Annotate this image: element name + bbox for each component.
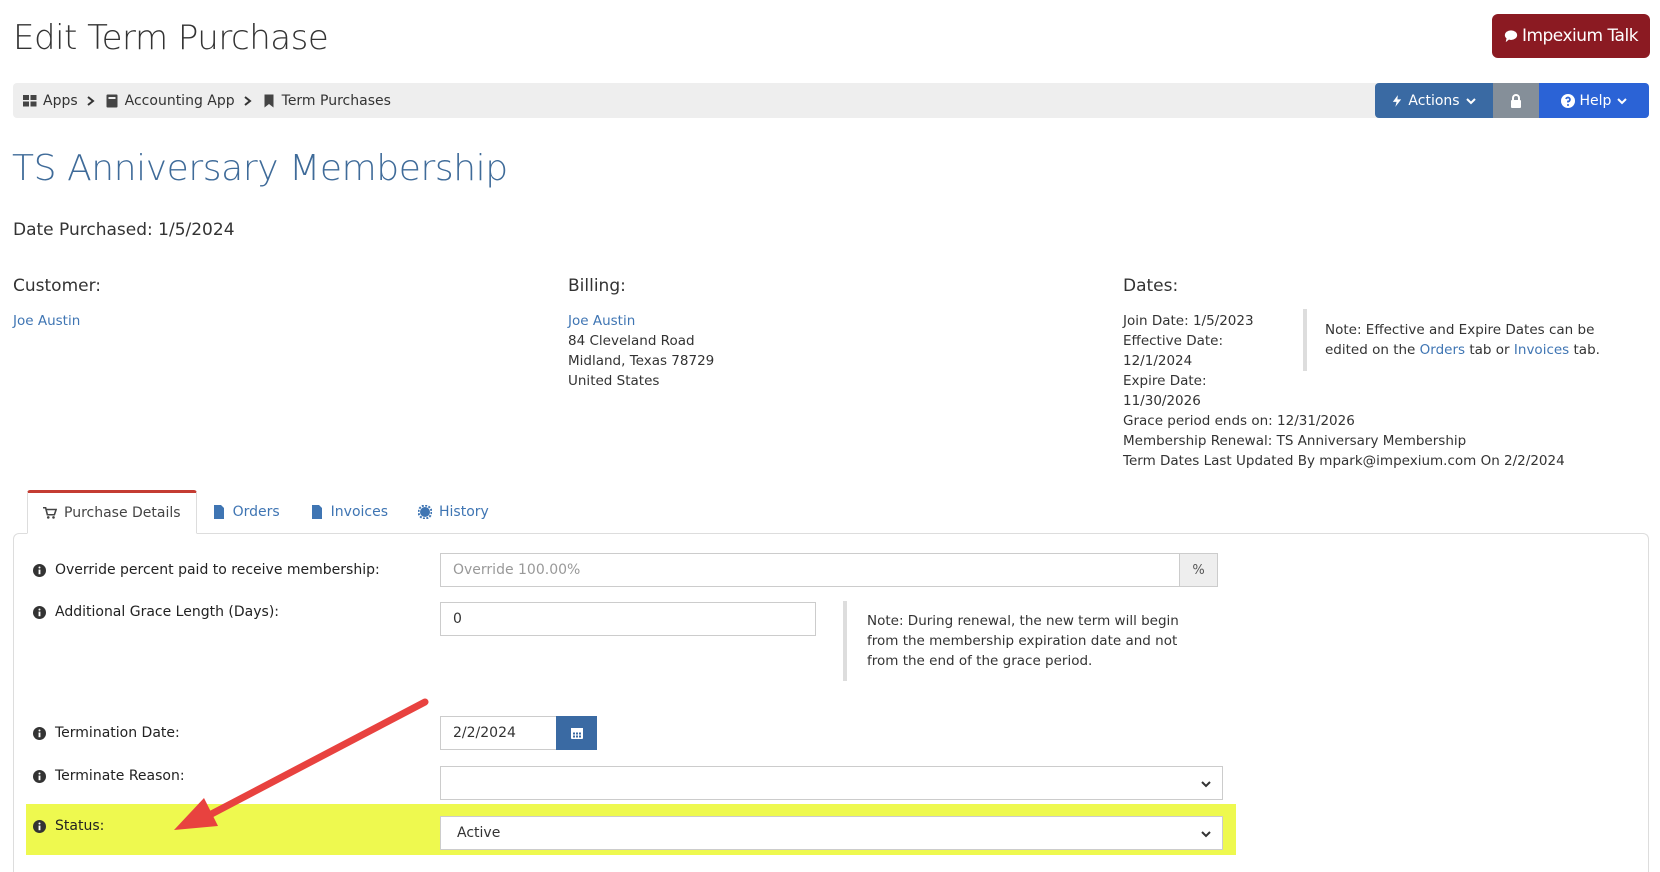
terminate-reason-label: Terminate Reason: bbox=[33, 766, 185, 786]
impexium-talk-button[interactable]: Impexium Talk bbox=[1492, 14, 1650, 58]
gear-icon bbox=[418, 505, 433, 519]
info-icon bbox=[33, 819, 46, 833]
tab-bar: Purchase Details Orders Invoices History bbox=[27, 490, 504, 534]
invoices-tab-link[interactable]: Invoices bbox=[1514, 342, 1569, 358]
annotation-arrow-icon bbox=[174, 698, 429, 830]
cart-icon bbox=[43, 506, 57, 519]
calendar-button[interactable] bbox=[556, 716, 597, 750]
file-icon bbox=[311, 505, 322, 519]
grace-length-input[interactable]: 0 bbox=[440, 602, 816, 636]
chat-bubble-icon bbox=[1504, 30, 1518, 43]
customer-heading: Customer: bbox=[13, 276, 102, 296]
termination-date-label: Termination Date: bbox=[33, 716, 180, 750]
renewal-note: Note: During renewal, the new term will … bbox=[843, 601, 1203, 681]
dates-heading: Dates: bbox=[1123, 276, 1179, 296]
chevron-right-icon bbox=[244, 95, 252, 106]
tab-orders[interactable]: Orders bbox=[197, 490, 295, 534]
record-title: TS Anniversary Membership bbox=[12, 148, 508, 189]
percent-addon: % bbox=[1180, 553, 1218, 587]
tab-invoices[interactable]: Invoices bbox=[295, 490, 403, 534]
lock-icon bbox=[1511, 93, 1521, 108]
question-circle-icon bbox=[1560, 93, 1575, 108]
actions-button[interactable]: Actions bbox=[1375, 83, 1493, 118]
info-icon bbox=[33, 563, 46, 577]
status-select[interactable]: Active bbox=[440, 816, 1223, 850]
tab-purchase-details[interactable]: Purchase Details bbox=[27, 490, 197, 534]
override-label: Override percent paid to receive members… bbox=[33, 553, 380, 587]
info-icon bbox=[33, 769, 46, 783]
status-label: Status: bbox=[33, 816, 104, 836]
breadcrumb-accounting-app[interactable]: Accounting App bbox=[105, 93, 235, 109]
termination-date-input[interactable]: 2/2/2024 bbox=[440, 716, 557, 750]
override-percent-input[interactable]: Override 100.00% bbox=[440, 553, 1180, 587]
impexium-talk-label: Impexium Talk bbox=[1521, 26, 1639, 46]
file-icon bbox=[213, 505, 224, 519]
chevron-down-icon bbox=[1617, 97, 1628, 104]
terminate-reason-select[interactable] bbox=[440, 766, 1223, 800]
dates-edit-note: Note: Effective and Expire Dates can be … bbox=[1303, 309, 1623, 371]
chevron-down-icon bbox=[1465, 97, 1476, 104]
customer-name-link[interactable]: Joe Austin bbox=[13, 313, 80, 329]
date-purchased: Date Purchased: 1/5/2024 bbox=[13, 220, 235, 240]
lock-button[interactable] bbox=[1493, 83, 1539, 118]
bookmark-icon bbox=[264, 94, 274, 107]
billing-address: Joe Austin 84 Cleveland Road Midland, Te… bbox=[568, 313, 715, 389]
chevron-down-icon bbox=[1201, 831, 1211, 838]
breadcrumb-apps[interactable]: Apps bbox=[23, 93, 78, 109]
book-icon bbox=[106, 94, 118, 107]
bolt-icon bbox=[1393, 94, 1402, 107]
calendar-icon bbox=[570, 728, 583, 739]
info-icon bbox=[33, 726, 46, 740]
chevron-right-icon bbox=[87, 95, 95, 106]
info-icon bbox=[33, 605, 46, 619]
grace-length-label: Additional Grace Length (Days): bbox=[33, 602, 279, 622]
orders-tab-link[interactable]: Orders bbox=[1420, 342, 1465, 358]
billing-name-link[interactable]: Joe Austin bbox=[568, 313, 635, 329]
chevron-down-icon bbox=[1201, 781, 1211, 788]
tab-history[interactable]: History bbox=[403, 490, 504, 534]
billing-heading: Billing: bbox=[568, 276, 626, 296]
page-title: Edit Term Purchase bbox=[13, 18, 329, 58]
help-button[interactable]: Help bbox=[1539, 83, 1649, 118]
breadcrumb-term-purchases[interactable]: Term Purchases bbox=[262, 93, 391, 109]
grid-icon bbox=[23, 94, 37, 106]
